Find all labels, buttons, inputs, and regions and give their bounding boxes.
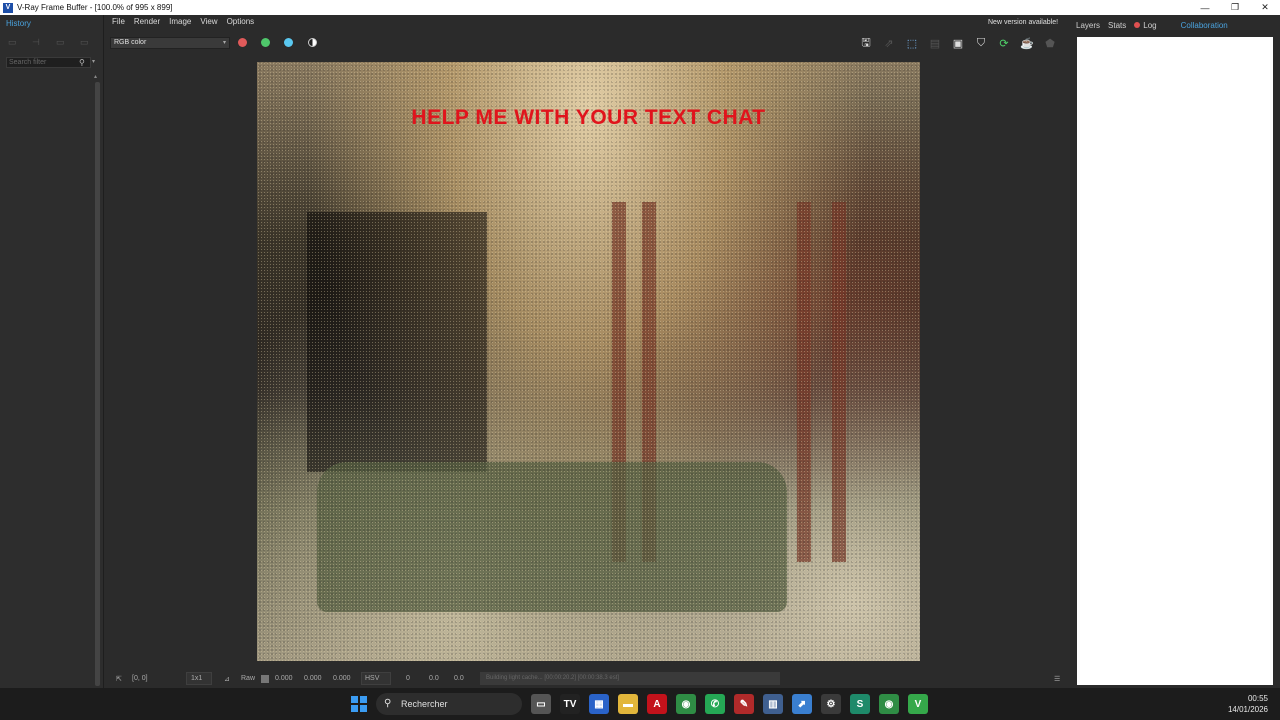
tab-stats[interactable]: Stats — [1108, 21, 1126, 30]
scroll-up-icon[interactable]: ▴ — [94, 73, 97, 80]
channel-value: RGB color — [114, 39, 147, 46]
history-save-icon[interactable]: ▭ — [8, 37, 24, 49]
export-icon[interactable]: ⇗ — [881, 35, 897, 51]
saturation-value: 0.0 — [429, 675, 439, 682]
vray-app-icon: V — [3, 2, 13, 13]
chrome-profile-icon[interactable]: ◉ — [879, 694, 899, 714]
trading-app-icon[interactable]: TV — [560, 694, 580, 714]
pixel-green-value: 0.000 — [304, 675, 322, 682]
window-title: V-Ray Frame Buffer - [100.0% of 995 x 89… — [17, 3, 173, 12]
render-noise — [257, 62, 920, 661]
side-tabs: Layers Stats Log Collaboration — [1076, 21, 1228, 30]
pixel-blue-value: 0.000 — [333, 675, 351, 682]
value-value: 0.0 — [454, 675, 464, 682]
colorspace-select[interactable]: HSV — [361, 672, 391, 685]
chevron-down-icon: ▾ — [222, 40, 226, 46]
acrobat-icon[interactable]: A — [647, 694, 667, 714]
excel-like-icon[interactable]: ▥ — [763, 694, 783, 714]
taskbar: ⚲ Rechercher ▭ TV ▦ ▬ A ◉ ✆ ✎ ▥ ⬈ ⚙ S ◉ … — [0, 688, 1280, 720]
history-scrollbar[interactable] — [95, 82, 100, 686]
blue-channel-toggle[interactable] — [284, 38, 293, 47]
zoom-value: 1x1 — [191, 675, 203, 682]
sketchup-icon[interactable]: S — [850, 694, 870, 714]
render-progress: Building light cache... [00:00:20.2] [00… — [480, 672, 780, 685]
menu-render[interactable]: Render — [134, 17, 160, 26]
system-clock[interactable]: 00:55 14/01/2026 — [1228, 693, 1268, 715]
overlay-caption: HELP ME WITH YOUR TEXT CHAT — [411, 106, 766, 129]
search-icon[interactable]: ⚲ — [79, 58, 85, 67]
chrome-icon[interactable]: ◉ — [676, 694, 696, 714]
calculator-icon[interactable]: ▦ — [589, 694, 609, 714]
vray-taskbar-icon[interactable]: V — [908, 694, 928, 714]
clock-date: 14/01/2026 — [1227, 705, 1268, 714]
window-controls: — ❐ ✕ — [1190, 0, 1280, 15]
save-icon[interactable]: 🖫 — [858, 35, 874, 51]
red-channel-toggle[interactable] — [238, 38, 247, 47]
history-tab[interactable]: History — [6, 19, 31, 28]
green-channel-toggle[interactable] — [261, 38, 270, 47]
clock-time: 00:55 — [1247, 694, 1268, 703]
region-render-icon[interactable]: ⬚ — [904, 35, 920, 51]
autocad-icon[interactable]: ✎ — [734, 694, 754, 714]
search-icon: ⚲ — [384, 698, 392, 709]
taskbar-apps: ▭ TV ▦ ▬ A ◉ ✆ ✎ ▥ ⬈ ⚙ S ◉ V — [531, 694, 928, 714]
zoom-select[interactable]: 1x1 — [186, 672, 212, 685]
history-load-icon[interactable]: ▭ — [56, 37, 72, 49]
color-swatch — [261, 675, 269, 683]
stop-render-icon[interactable]: ⬟ — [1042, 35, 1058, 51]
render-tools: 🖫 ⇗ ⬚ ▤ ▣ ⛉ ⟳ ☕ ⬟ — [858, 35, 1058, 51]
task-view-icon[interactable]: ▭ — [531, 694, 551, 714]
title-bar: V V-Ray Frame Buffer - [100.0% of 995 x … — [0, 0, 1280, 15]
tab-log[interactable]: Log — [1134, 21, 1157, 30]
history-tools: ▭ ⊣ ▭ ▭ — [8, 37, 96, 49]
history-compare-icon[interactable]: ⊣ — [32, 37, 48, 49]
whatsapp-icon[interactable]: ✆ — [705, 694, 725, 714]
minimize-button[interactable]: — — [1190, 0, 1220, 15]
history-delete-icon[interactable]: ▭ — [80, 37, 96, 49]
pixel-coords: [0, 0] — [132, 675, 148, 682]
color-correction-icon[interactable]: ⊿ — [224, 675, 230, 683]
menu-file[interactable]: File — [112, 17, 125, 26]
chevron-down-icon[interactable]: ▾ — [92, 58, 95, 65]
rendered-image: HELP ME WITH YOUR TEXT CHAT — [257, 62, 920, 661]
status-bar: ⇱ [0, 0] 1x1 ⊿ Raw 0.000 0.000 0.000 HSV… — [106, 671, 1070, 687]
lens-fx-icon[interactable]: ▤ — [927, 35, 943, 51]
log-toggle-icon[interactable]: ☰ — [1054, 675, 1060, 683]
history-panel: History ▭ ⊣ ▭ ▭ Search filter ⚲ ▾ ▴ ▾ — [0, 15, 104, 696]
close-button[interactable]: ✕ — [1250, 0, 1280, 15]
side-panel: Layers Stats Log Collaboration — [1072, 15, 1280, 688]
settings-icon[interactable]: ⚙ — [821, 694, 841, 714]
log-alert-icon — [1134, 22, 1141, 28]
menu-bar: File Render Image View Options — [112, 17, 254, 26]
taskbar-search[interactable]: ⚲ Rechercher — [376, 693, 522, 715]
render-refresh-icon[interactable]: ⟳ — [996, 35, 1012, 51]
teapot-render-icon[interactable]: ☕ — [1019, 35, 1035, 51]
tab-log-label: Log — [1143, 21, 1157, 30]
tab-collaboration[interactable]: Collaboration — [1181, 21, 1228, 30]
remote-desktop-icon[interactable]: ⬈ — [792, 694, 812, 714]
maximize-button[interactable]: ❐ — [1220, 0, 1250, 15]
windows-start-icon[interactable] — [351, 696, 367, 712]
file-explorer-icon[interactable]: ▬ — [618, 694, 638, 714]
taskbar-search-label: Rechercher — [401, 699, 448, 709]
alpha-channel-toggle[interactable] — [308, 38, 317, 47]
interactive-icon[interactable]: ⛉ — [973, 35, 989, 51]
colorspace-value: HSV — [365, 675, 380, 682]
pixel-pick-icon[interactable]: ⇱ — [116, 675, 122, 683]
menu-image[interactable]: Image — [169, 17, 191, 26]
menu-view[interactable]: View — [200, 17, 217, 26]
hue-value: 0 — [406, 675, 410, 682]
pixel-red-value: 0.000 — [275, 675, 293, 682]
side-panel-content — [1077, 37, 1273, 685]
raw-mode-label: Raw — [241, 675, 256, 682]
new-version-link[interactable]: New version available! — [988, 19, 1058, 26]
track-mouse-icon[interactable]: ▣ — [950, 35, 966, 51]
menu-options[interactable]: Options — [227, 17, 255, 26]
channel-select[interactable]: RGB color ▾ — [110, 37, 230, 49]
tab-layers[interactable]: Layers — [1076, 21, 1100, 30]
